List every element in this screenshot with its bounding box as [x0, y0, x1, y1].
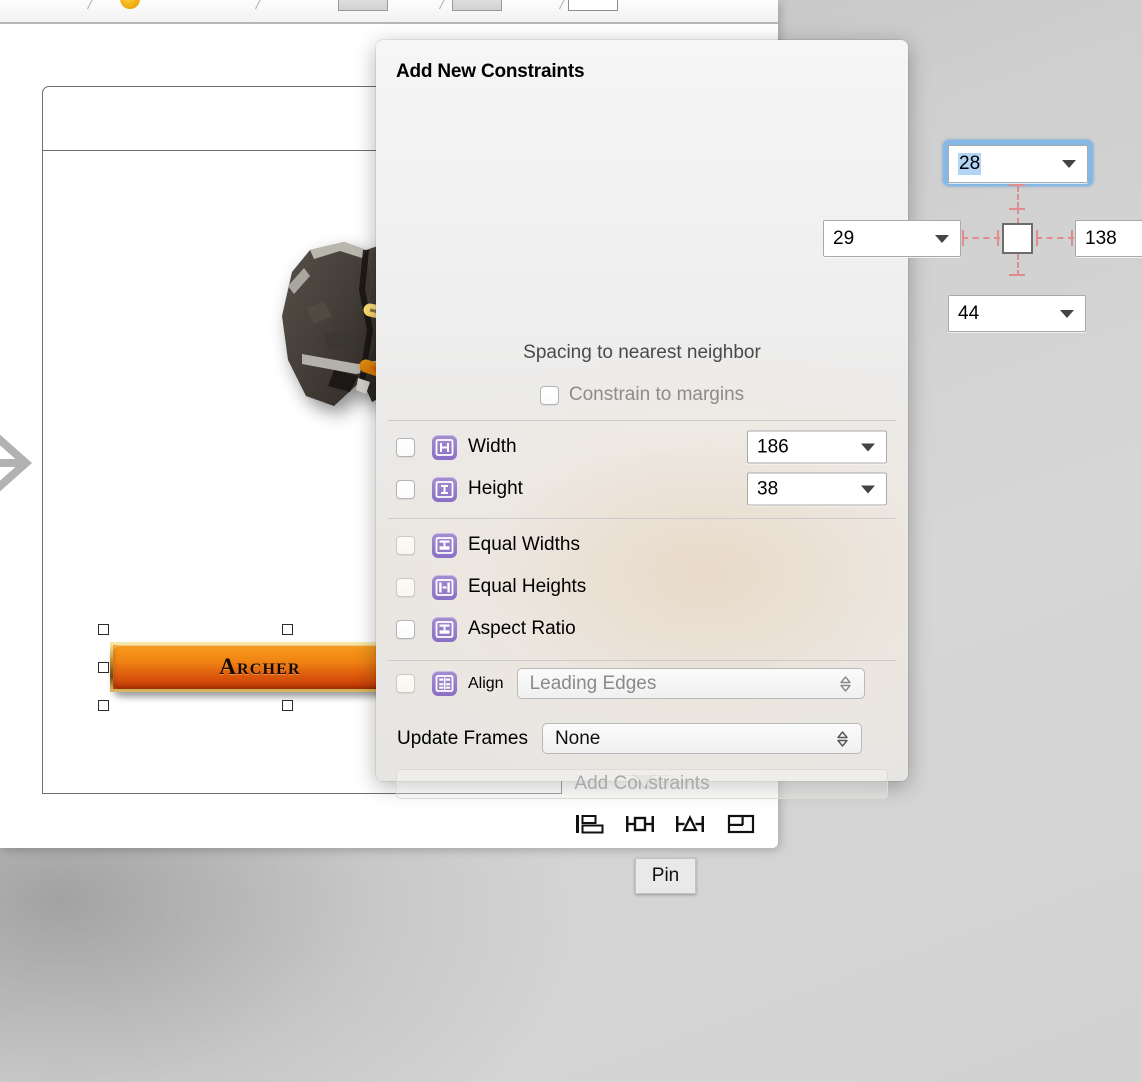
- aspect-ratio-row[interactable]: Aspect Ratio: [376, 609, 908, 649]
- segue-arrow-icon: [0, 434, 33, 492]
- top-spacing-value: 28: [958, 153, 982, 175]
- chevron-down-icon[interactable]: [1062, 160, 1076, 168]
- height-row[interactable]: Height 38: [376, 468, 908, 510]
- align-checkbox[interactable]: [396, 674, 415, 693]
- height-checkbox[interactable]: [396, 479, 415, 499]
- selection-handle-middle-left[interactable]: [98, 662, 109, 673]
- equal-heights-label: Equal Heights: [468, 576, 587, 597]
- popover-tail: [618, 775, 670, 789]
- leading-spacing-value: 29: [833, 227, 855, 249]
- aspect-ratio-checkbox[interactable]: [396, 619, 415, 639]
- width-value-combo[interactable]: 186: [747, 430, 887, 464]
- equal-heights-row[interactable]: Equal Heights: [376, 567, 908, 607]
- popover-title: Add New Constraints: [396, 61, 585, 82]
- constrain-to-margins-row[interactable]: Constrain to margins: [376, 384, 908, 406]
- chevron-down-icon[interactable]: [861, 485, 875, 493]
- equal-widths-checkbox[interactable]: [396, 535, 415, 555]
- connector-left-cap: [962, 230, 964, 246]
- width-value: 186: [757, 436, 789, 457]
- archer-button-label: Archer: [219, 654, 301, 679]
- align-popup-button[interactable]: Leading Edges: [516, 668, 865, 699]
- width-label: Width: [468, 436, 517, 457]
- spacing-center-square[interactable]: [1002, 223, 1033, 254]
- update-frames-label: Update Frames: [397, 727, 528, 749]
- pin-tooltip: Pin: [635, 858, 696, 894]
- jump-bar[interactable]: / / / /: [0, 0, 778, 24]
- align-label: Align: [468, 674, 504, 692]
- update-frames-popup-button[interactable]: None: [541, 723, 862, 754]
- height-value-combo[interactable]: 38: [747, 472, 887, 506]
- spacing-caption: Spacing to nearest neighbor: [523, 342, 761, 363]
- add-new-constraints-popover: Add New Constraints 28 29 138 44 Spacing…: [376, 40, 1142, 799]
- height-value: 38: [757, 478, 779, 499]
- equal-widths-row[interactable]: Equal Widths: [376, 525, 908, 565]
- selection-handle-bottom-left[interactable]: [98, 700, 109, 711]
- constrain-to-margins-label: Constrain to margins: [568, 384, 745, 405]
- top-spacing-combo[interactable]: 28: [948, 145, 1088, 183]
- stepper-icon[interactable]: [836, 729, 849, 749]
- equal-widths-label: Equal Widths: [468, 534, 580, 555]
- chevron-down-icon[interactable]: [861, 443, 875, 451]
- aspect-ratio-label: Aspect Ratio: [468, 618, 576, 639]
- chevron-down-icon[interactable]: [935, 234, 949, 243]
- aspect-ratio-icon: [432, 616, 457, 642]
- jumpbar-warning-icon[interactable]: [120, 0, 140, 9]
- auto-layout-toolbar[interactable]: [565, 800, 765, 848]
- bottom-spacing-value: 44: [958, 302, 980, 324]
- connector-top-stub: [1017, 208, 1019, 224]
- divider: [388, 518, 896, 519]
- leading-spacing-combo[interactable]: 29: [823, 220, 961, 257]
- trailing-spacing-value: 138: [1085, 227, 1117, 249]
- align-icon: [432, 671, 457, 696]
- divider: [388, 660, 896, 661]
- equal-heights-checkbox[interactable]: [396, 577, 415, 597]
- update-frames-row[interactable]: Update Frames None: [376, 723, 908, 754]
- jumpbar-object-icon[interactable]: [568, 0, 618, 11]
- resolve-tool-icon[interactable]: [670, 808, 710, 840]
- selection-handle-top-center[interactable]: [282, 624, 293, 635]
- archer-button[interactable]: Archer: [110, 642, 410, 692]
- stack-tool-icon[interactable]: [721, 808, 761, 840]
- stepper-icon[interactable]: [839, 674, 852, 694]
- width-row[interactable]: Width 186: [376, 426, 908, 468]
- width-icon: [432, 434, 457, 460]
- chevron-down-icon[interactable]: [1060, 309, 1074, 318]
- jumpbar-scene-icon[interactable]: [338, 0, 388, 11]
- jumpbar-chevron-icon: /: [85, 0, 96, 13]
- selection-handle-bottom-center[interactable]: [282, 700, 293, 711]
- height-icon: [432, 476, 457, 502]
- connector-bottom-line: [1017, 254, 1019, 276]
- update-frames-selected-value: None: [554, 727, 601, 749]
- jumpbar-chevron-icon: /: [253, 0, 264, 13]
- jumpbar-view-icon[interactable]: [452, 0, 502, 11]
- trailing-spacing-combo[interactable]: 138: [1075, 220, 1142, 257]
- height-label: Height: [468, 478, 523, 499]
- equal-heights-icon: [432, 574, 457, 600]
- connector-left-inner-cap: [997, 230, 999, 246]
- connector-left-line: [962, 237, 1000, 239]
- connector-top-cap: [1009, 184, 1025, 186]
- connector-bottom-cap: [1009, 274, 1025, 276]
- connector-right-line: [1036, 237, 1074, 239]
- bottom-spacing-combo[interactable]: 44: [948, 295, 1086, 332]
- constrain-to-margins-checkbox[interactable]: [539, 385, 559, 405]
- connector-top-line: [1017, 186, 1019, 208]
- align-tool-icon[interactable]: [569, 808, 609, 840]
- selection-handle-top-left[interactable]: [98, 624, 109, 635]
- align-selected-value: Leading Edges: [529, 672, 657, 694]
- connector-right-cap: [1071, 230, 1073, 246]
- connector-right-inner-cap: [1036, 230, 1038, 246]
- equal-widths-icon: [432, 532, 457, 558]
- pin-tool-icon[interactable]: [620, 808, 660, 840]
- divider: [388, 420, 896, 421]
- align-row[interactable]: Align Leading Edges: [376, 668, 908, 699]
- width-checkbox[interactable]: [396, 437, 415, 457]
